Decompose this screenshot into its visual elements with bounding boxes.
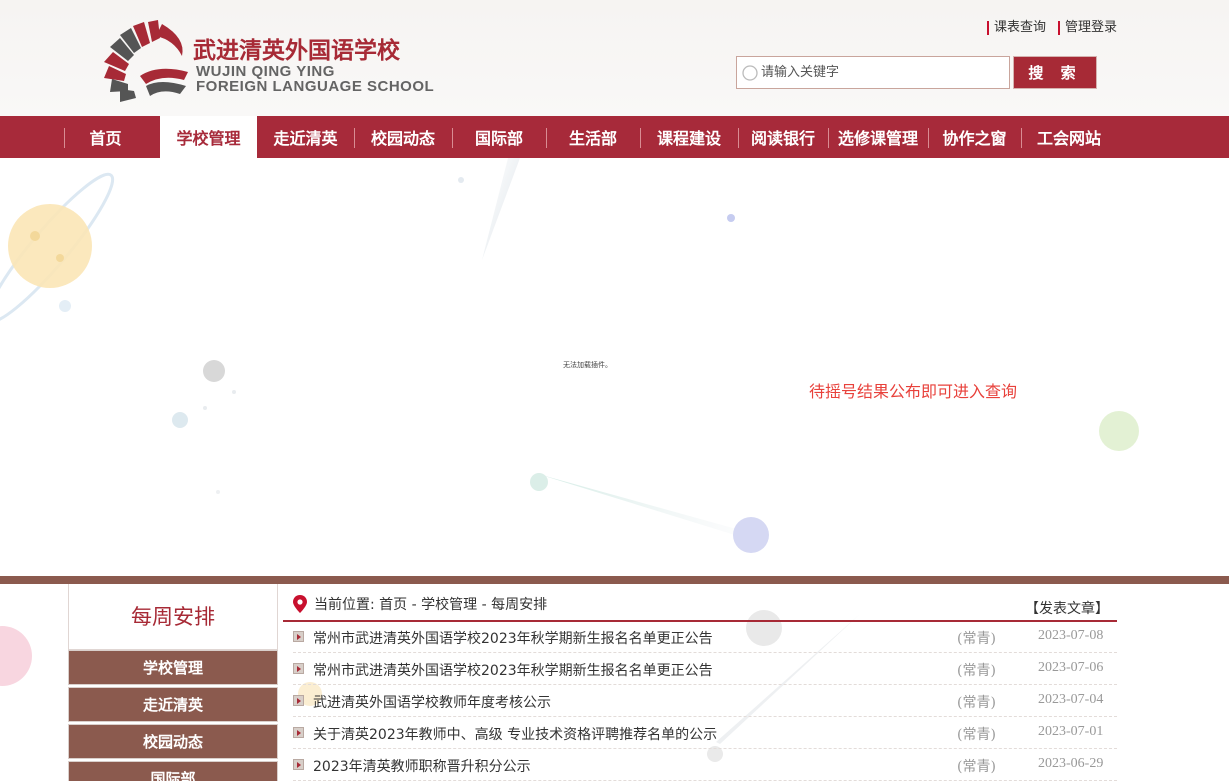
- list-item: 关于清英2023年教师中、高级 专业技术资格评聘推荐名单的公示 (常青) 202…: [293, 717, 1117, 749]
- list-item: 常州市武进清英外国语学校2023年秋学期新生报名名单更正公告 (常青) 2023…: [293, 653, 1117, 685]
- small-blue-dot: [727, 214, 735, 222]
- nav-item-campus-news[interactable]: 校园动态: [354, 116, 452, 158]
- bullet-icon: [293, 695, 304, 706]
- article-date: 2023-06-29: [1038, 756, 1104, 771]
- article-author: (常青): [957, 759, 996, 775]
- pink-planet: [0, 626, 32, 686]
- nav-item-electives[interactable]: 选修课管理: [828, 116, 928, 158]
- admin-login-link[interactable]: 管理登录: [1057, 21, 1117, 35]
- article-title[interactable]: 常州市武进清英外国语学校2023年秋学期新生报名名单更正公告: [313, 660, 713, 680]
- article-author: (常青): [957, 695, 996, 711]
- green-planet: [1099, 411, 1139, 451]
- school-logo-icon[interactable]: [100, 16, 190, 108]
- article-title[interactable]: 武进清英外国语学校教师年度考核公示: [313, 692, 551, 712]
- banner-area: 无法加载插件。 待摇号结果公布即可进入查询: [0, 158, 1229, 576]
- nav-item-collaboration[interactable]: 协作之窗: [928, 116, 1021, 158]
- search-button[interactable]: 搜 索: [1013, 56, 1097, 89]
- sidebar-item-about[interactable]: 走近清英: [68, 687, 278, 722]
- list-item: 武进清英外国语学校教师年度考核公示 (常青) 2023-07-04: [293, 685, 1117, 717]
- timetable-link[interactable]: 课表查询: [986, 21, 1046, 35]
- school-name-cn: 武进清英外国语学校: [193, 37, 400, 64]
- school-name-en: WUJIN QING YING FOREIGN LANGUAGE SCHOOL: [196, 64, 434, 94]
- sidebar-menu: 学校管理 走近清英 校园动态 国际部: [68, 650, 278, 781]
- article-title[interactable]: 关于清英2023年教师中、高级 专业技术资格评聘推荐名单的公示: [313, 724, 717, 744]
- article-date: 2023-07-06: [1038, 660, 1104, 675]
- divider-band: [0, 576, 1229, 584]
- sidebar-item-campus-news[interactable]: 校园动态: [68, 724, 278, 759]
- nav-item-life[interactable]: 生活部: [546, 116, 640, 158]
- plugin-error-message: 无法加载插件。: [563, 361, 612, 369]
- nav-item-about[interactable]: 走近清英: [257, 116, 354, 158]
- purple-planet: [733, 517, 769, 553]
- article-author: (常青): [957, 663, 996, 679]
- nav-item-home[interactable]: 首页: [64, 116, 147, 158]
- comet-bottom: [538, 474, 740, 536]
- site-header: 武进清英外国语学校 WUJIN QING YING FOREIGN LANGUA…: [0, 0, 1229, 116]
- article-date: 2023-07-08: [1038, 628, 1104, 643]
- list-item: 2023年清英教师职称晋升积分公示 (常青) 2023-06-29: [293, 749, 1117, 781]
- top-links: 课表查询 管理登录: [986, 21, 1117, 35]
- lottery-notice[interactable]: 待摇号结果公布即可进入查询: [809, 378, 1017, 402]
- comet-top: [482, 158, 520, 260]
- sidebar-item-school-management[interactable]: 学校管理: [68, 650, 278, 685]
- article-author: (常青): [957, 727, 996, 743]
- grey-moon: [203, 360, 225, 382]
- bullet-icon: [293, 759, 304, 770]
- location-pin-icon: [293, 595, 307, 613]
- search-box: [736, 56, 1010, 89]
- article-author: (常青): [957, 631, 996, 647]
- bullet-icon: [293, 663, 304, 674]
- search-input[interactable]: [761, 59, 1001, 86]
- bullet-icon: [293, 727, 304, 738]
- school-name-en-line2: FOREIGN LANGUAGE SCHOOL: [196, 78, 435, 95]
- nav-item-union[interactable]: 工会网站: [1021, 116, 1117, 158]
- news-list: 常州市武进清英外国语学校2023年秋学期新生报名名单更正公告 (常青) 2023…: [293, 621, 1117, 781]
- nav-item-international[interactable]: 国际部: [452, 116, 546, 158]
- article-date: 2023-07-01: [1038, 724, 1104, 739]
- list-item: 常州市武进清英外国语学校2023年秋学期新生报名名单更正公告 (常青) 2023…: [293, 621, 1117, 653]
- school-name-en-line1: WUJIN QING YING: [196, 63, 335, 80]
- bullet-icon: [293, 631, 304, 642]
- sidebar: 每周安排 学校管理 走近清英 校园动态 国际部: [68, 584, 278, 781]
- nav-item-curriculum[interactable]: 课程建设: [640, 116, 738, 158]
- breadcrumb: 当前位置: 首页 - 学校管理 - 每周安排: [293, 594, 547, 614]
- nav-spacer: [147, 116, 160, 158]
- article-title[interactable]: 常州市武进清英外国语学校2023年秋学期新生报名名单更正公告: [313, 628, 713, 648]
- content-area: 每周安排 学校管理 走近清英 校园动态 国际部 当前位置: 首页 - 学校管理 …: [0, 584, 1229, 781]
- space-decoration: [0, 158, 1139, 553]
- breadcrumb-text[interactable]: 当前位置: 首页 - 学校管理 - 每周安排: [314, 594, 547, 614]
- nav-item-reading-bank[interactable]: 阅读银行: [738, 116, 828, 158]
- sidebar-title: 每周安排: [68, 584, 278, 650]
- sidebar-item-international[interactable]: 国际部: [68, 761, 278, 781]
- search-icon: [742, 65, 758, 81]
- main-nav: 首页 学校管理 走近清英 校园动态 国际部 生活部 课程建设 阅读银行 选修课管…: [0, 116, 1229, 158]
- article-title[interactable]: 2023年清英教师职称晋升积分公示: [313, 756, 531, 776]
- article-date: 2023-07-04: [1038, 692, 1104, 707]
- post-article-link[interactable]: 【发表文章】: [1025, 598, 1109, 618]
- nav-item-school-management[interactable]: 学校管理: [160, 116, 257, 158]
- yellow-planet: [8, 204, 92, 288]
